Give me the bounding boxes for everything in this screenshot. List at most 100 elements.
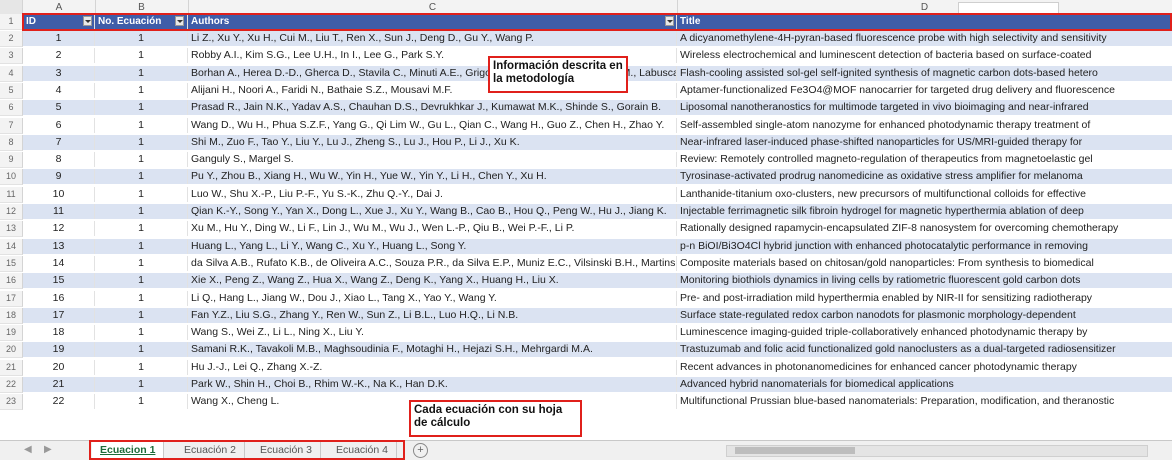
cell-id[interactable]: 17 xyxy=(23,307,95,323)
filter-dropdown-icon[interactable] xyxy=(175,16,184,26)
cell-title[interactable]: Near-infrared laser-induced phase-shifte… xyxy=(677,134,1172,150)
row-number[interactable]: 15 xyxy=(0,255,23,272)
header-authors[interactable]: Authors xyxy=(188,14,677,29)
cell-id[interactable]: 12 xyxy=(23,221,95,237)
cell-id[interactable]: 20 xyxy=(23,359,95,375)
cell-authors[interactable]: Fan Y.Z., Liu S.G., Zhang Y., Ren W., Su… xyxy=(188,307,677,323)
cell-title[interactable]: Monitoring biothiols dynamics in living … xyxy=(677,273,1172,289)
cell-authors[interactable]: Park W., Shin H., Choi B., Rhim W.-K., N… xyxy=(188,377,677,392)
header-no-ecuacion[interactable]: No. Ecuación xyxy=(95,14,188,29)
row-number[interactable]: 16 xyxy=(0,273,23,290)
cell-authors[interactable]: Samani R.K., Tavakoli M.B., Maghsoudinia… xyxy=(188,342,677,358)
cell-title[interactable]: Trastuzumab and folic acid functionalize… xyxy=(677,342,1172,358)
cell-title[interactable]: Wireless electrochemical and luminescent… xyxy=(677,48,1172,63)
row-number[interactable]: 9 xyxy=(0,152,23,169)
cell-authors[interactable]: Wang D., Wu H., Phua S.Z.F., Yang G., Qi… xyxy=(188,117,677,133)
column-header-a[interactable]: A xyxy=(23,0,96,15)
row-number[interactable]: 19 xyxy=(0,325,23,342)
cell-id[interactable]: 5 xyxy=(23,100,95,116)
cell-title[interactable]: Flash-cooling assisted sol-gel self-igni… xyxy=(677,65,1172,81)
row-number[interactable]: 11 xyxy=(0,186,23,203)
cell-id[interactable]: 7 xyxy=(23,134,95,150)
row-number[interactable]: 3 xyxy=(0,48,23,65)
row-number[interactable]: 4 xyxy=(0,65,23,82)
cell-id[interactable]: 15 xyxy=(23,273,95,289)
cell-authors[interactable]: Pu Y., Zhou B., Xiang H., Wu W., Yin H.,… xyxy=(188,169,677,185)
cell-title[interactable]: Advanced hybrid nanomaterials for biomed… xyxy=(677,377,1172,392)
cell-title[interactable]: Tyrosinase-activated prodrug nanomedicin… xyxy=(677,169,1172,185)
cell-id[interactable]: 22 xyxy=(23,394,95,410)
cell-id[interactable]: 9 xyxy=(23,169,95,185)
cell-title[interactable]: Liposomal nanotheranostics for multimode… xyxy=(677,100,1172,116)
row-number[interactable]: 12 xyxy=(0,204,23,220)
cell-no-ecuacion[interactable]: 1 xyxy=(95,100,188,116)
row-number[interactable]: 18 xyxy=(0,307,23,324)
cell-title[interactable]: Aptamer-functionalized Fe3O4@MOF nanocar… xyxy=(677,83,1172,98)
filter-dropdown-icon[interactable] xyxy=(83,16,92,26)
cell-id[interactable]: 13 xyxy=(23,238,95,254)
cell-no-ecuacion[interactable]: 1 xyxy=(95,48,188,64)
cell-authors[interactable]: Luo W., Shu X.-P., Liu P.-F., Yu S.-K., … xyxy=(188,186,677,202)
cell-id[interactable]: 11 xyxy=(23,204,95,219)
cell-no-ecuacion[interactable]: 1 xyxy=(95,359,188,375)
cell-no-ecuacion[interactable]: 1 xyxy=(95,82,188,98)
cell-no-ecuacion[interactable]: 1 xyxy=(95,377,188,392)
row-number[interactable]: 22 xyxy=(0,377,23,393)
cell-authors[interactable]: Qian K.-Y., Song Y., Yan X., Dong L., Xu… xyxy=(188,204,677,219)
row-number[interactable]: 5 xyxy=(0,82,23,99)
row-number[interactable]: 20 xyxy=(0,342,23,359)
cell-id[interactable]: 1 xyxy=(23,31,95,46)
column-header-c[interactable]: C xyxy=(188,0,678,15)
cell-no-ecuacion[interactable]: 1 xyxy=(95,394,188,410)
cell-authors[interactable]: Li Z., Xu Y., Xu H., Cui M., Liu T., Ren… xyxy=(188,31,677,46)
cell-no-ecuacion[interactable]: 1 xyxy=(95,134,188,150)
cell-authors[interactable]: da Silva A.B., Rufato K.B., de Oliveira … xyxy=(188,255,677,271)
sheet-tab-2[interactable]: Ecuación 2 xyxy=(176,441,245,459)
cell-id[interactable]: 4 xyxy=(23,82,95,98)
row-number[interactable]: 13 xyxy=(0,221,23,238)
horizontal-scrollbar[interactable] xyxy=(726,445,1148,457)
cell-title[interactable]: Surface state-regulated redox carbon nan… xyxy=(677,307,1172,323)
cell-id[interactable]: 6 xyxy=(23,117,95,133)
row-number[interactable]: 1 xyxy=(0,14,23,30)
cell-no-ecuacion[interactable]: 1 xyxy=(95,152,188,168)
row-number[interactable]: 21 xyxy=(0,359,23,376)
prev-sheet-arrow-icon[interactable]: ◀ xyxy=(24,444,32,455)
add-sheet-icon[interactable]: + xyxy=(413,443,428,458)
cell-no-ecuacion[interactable]: 1 xyxy=(95,204,188,219)
cell-title[interactable]: p-n BiOI/Bi3O4Cl hybrid junction with en… xyxy=(677,238,1172,254)
cell-id[interactable]: 2 xyxy=(23,48,95,64)
cell-title[interactable]: Recent advances in photonanomedicines fo… xyxy=(677,360,1172,375)
cell-id[interactable]: 18 xyxy=(23,325,95,341)
cell-title[interactable]: Review: Remotely controlled magneto-regu… xyxy=(677,152,1172,167)
cell-id[interactable]: 21 xyxy=(23,377,95,392)
cell-no-ecuacion[interactable]: 1 xyxy=(95,169,188,185)
cell-no-ecuacion[interactable]: 1 xyxy=(95,221,188,237)
header-id[interactable]: ID xyxy=(23,14,95,29)
cell-authors[interactable]: Huang L., Yang L., Li Y., Wang C., Xu Y.… xyxy=(188,238,677,254)
row-number[interactable]: 6 xyxy=(0,100,23,117)
scrollbar-thumb[interactable] xyxy=(735,447,855,454)
cell-no-ecuacion[interactable]: 1 xyxy=(95,186,188,202)
cell-authors[interactable]: Xu M., Hu Y., Ding W., Li F., Lin J., Wu… xyxy=(188,221,677,237)
cell-title[interactable]: Lanthanide-titanium oxo-clusters, new pr… xyxy=(677,187,1172,202)
cell-no-ecuacion[interactable]: 1 xyxy=(95,65,188,81)
cell-id[interactable]: 14 xyxy=(23,255,95,271)
sheet-tab-1[interactable]: Ecuacion 1 xyxy=(92,441,165,459)
header-title[interactable]: Title xyxy=(677,14,1172,29)
select-all-corner[interactable] xyxy=(0,0,23,15)
row-number[interactable]: 7 xyxy=(0,117,23,134)
sheet-tab-3[interactable]: Ecuación 3 xyxy=(252,441,321,459)
filter-dropdown-icon[interactable] xyxy=(665,16,674,26)
row-number[interactable]: 2 xyxy=(0,31,23,47)
cell-authors[interactable]: Ganguly S., Margel S. xyxy=(188,152,677,168)
cell-no-ecuacion[interactable]: 1 xyxy=(95,31,188,46)
cell-authors[interactable]: Wang S., Wei Z., Li L., Ning X., Liu Y. xyxy=(188,325,677,341)
cell-id[interactable]: 19 xyxy=(23,342,95,358)
cell-no-ecuacion[interactable]: 1 xyxy=(95,238,188,254)
cell-authors[interactable]: Hu J.-J., Lei Q., Zhang X.-Z. xyxy=(188,359,677,375)
cell-id[interactable]: 3 xyxy=(23,65,95,81)
cell-no-ecuacion[interactable]: 1 xyxy=(95,290,188,306)
row-number[interactable]: 10 xyxy=(0,169,23,186)
cell-no-ecuacion[interactable]: 1 xyxy=(95,273,188,289)
